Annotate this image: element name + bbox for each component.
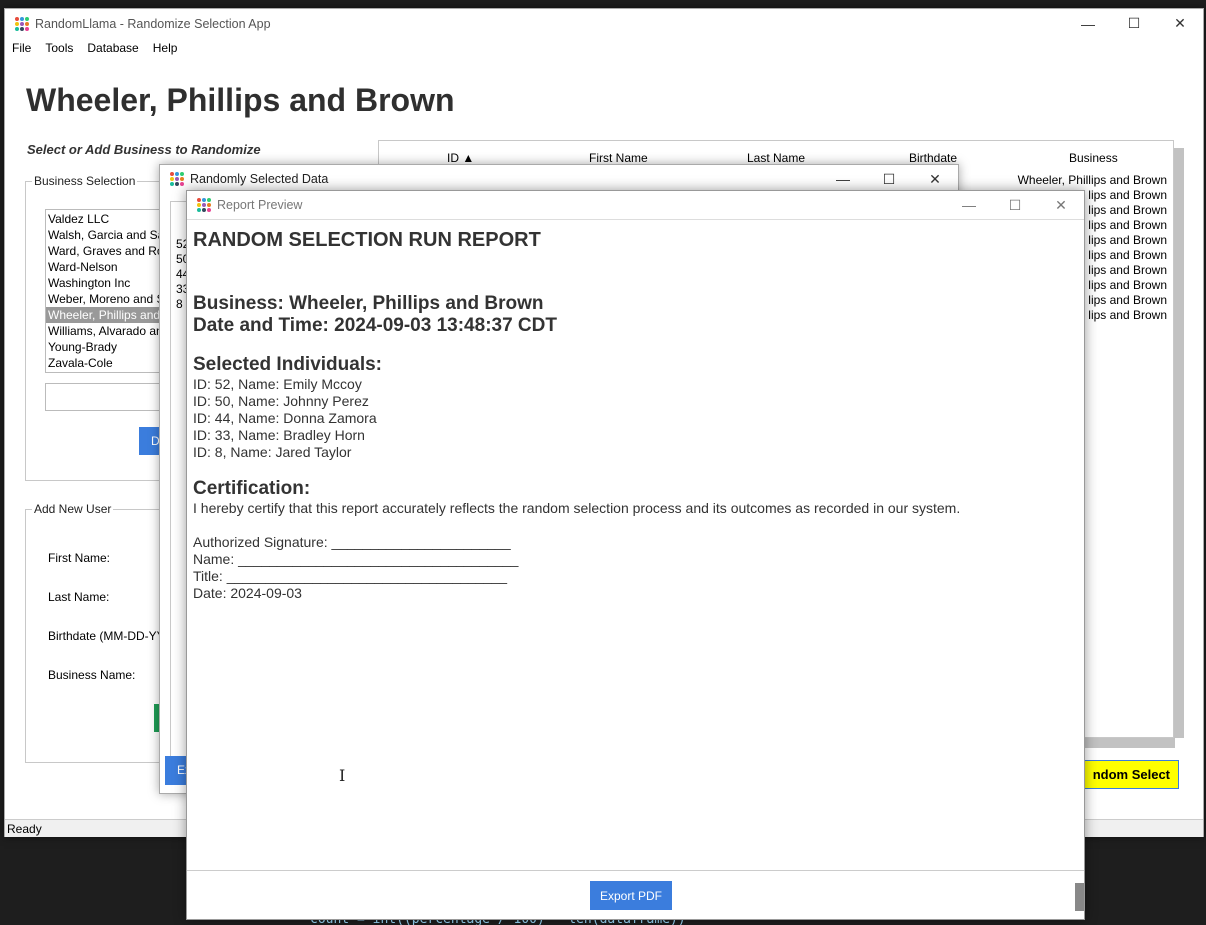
list-item[interactable]: Ward, Graves and Roc: [46, 243, 174, 259]
selected-titlebar[interactable]: Randomly Selected Data — ☐ ✕: [160, 165, 958, 193]
list-item[interactable]: Valdez LLC: [46, 211, 174, 227]
table-cell-business: Wheeler, Phillips and Brown: [1017, 173, 1167, 187]
name-line: Name: __________________________________…: [193, 551, 519, 567]
table-cell-business: lips and Brown: [1088, 293, 1167, 307]
minimize-icon[interactable]: —: [1065, 9, 1111, 38]
app-logo-icon: [15, 16, 29, 31]
column-header-last-name[interactable]: Last Name: [747, 151, 805, 165]
table-cell-business: lips and Brown: [1088, 203, 1167, 217]
certification-text: I hereby certify that this report accura…: [193, 500, 961, 516]
report-preview-window: Report Preview — ☐ ✕ RANDOM SELECTION RU…: [186, 190, 1085, 920]
individual-entry: ID: 52, Name: Emily Mccoy: [193, 376, 362, 392]
table-cell-business: lips and Brown: [1088, 188, 1167, 202]
list-item[interactable]: Young-Brady: [46, 339, 174, 355]
table-horizontal-scrollbar[interactable]: [1085, 738, 1175, 748]
list-item[interactable]: Ward-Nelson: [46, 259, 174, 275]
list-item[interactable]: Weber, Moreno and S: [46, 291, 174, 307]
business-selection-label: Business Selection: [32, 174, 138, 188]
report-business: Business: Wheeler, Phillips and Brown: [193, 293, 544, 314]
table-cell-business: lips and Brown: [1088, 263, 1167, 277]
report-scrollbar[interactable]: [1075, 883, 1084, 911]
individual-entry: ID: 8, Name: Jared Taylor: [193, 444, 352, 460]
date-line: Date: 2024-09-03: [193, 585, 302, 601]
business-name-label: Business Name:: [48, 668, 136, 682]
selected-window-title: Randomly Selected Data: [190, 172, 329, 186]
main-titlebar[interactable]: RandomLlama - Randomize Selection App — …: [5, 9, 1203, 38]
menu-database[interactable]: Database: [87, 41, 138, 55]
menu-file[interactable]: File: [12, 41, 31, 55]
individual-entry: ID: 44, Name: Donna Zamora: [193, 410, 377, 426]
main-window-title: RandomLlama - Randomize Selection App: [35, 16, 271, 31]
table-cell-business: lips and Brown: [1088, 248, 1167, 262]
menu-tools[interactable]: Tools: [45, 41, 73, 55]
section-subheading: Select or Add Business to Randomize: [27, 142, 261, 157]
business-list[interactable]: Valdez LLC Walsh, Garcia and Sav Ward, G…: [45, 209, 175, 373]
column-header-first-name[interactable]: First Name: [589, 151, 648, 165]
birthdate-label: Birthdate (MM-DD-YY: [48, 629, 165, 643]
maximize-icon[interactable]: ☐: [1111, 9, 1157, 38]
menu-help[interactable]: Help: [153, 41, 178, 55]
column-header-birthdate[interactable]: Birthdate: [909, 151, 957, 165]
signature-line: Authorized Signature: __________________…: [193, 534, 511, 550]
table-cell-business: lips and Brown: [1088, 278, 1167, 292]
page-title: Wheeler, Phillips and Brown: [26, 82, 455, 118]
certification-heading: Certification:: [193, 478, 311, 499]
individual-entry: ID: 50, Name: Johnny Perez: [193, 393, 369, 409]
menubar: File Tools Database Help: [5, 38, 1203, 58]
table-cell-business: lips and Brown: [1088, 218, 1167, 232]
table-cell-business: lips and Brown: [1088, 233, 1167, 247]
business-name-input[interactable]: [45, 383, 175, 411]
individual-entry: ID: 33, Name: Bradley Horn: [193, 427, 365, 443]
report-window-title: Report Preview: [217, 198, 303, 212]
report-title: RANDOM SELECTION RUN REPORT: [193, 229, 541, 251]
minimize-icon[interactable]: —: [946, 191, 992, 220]
column-header-business[interactable]: Business: [1069, 151, 1118, 165]
column-header-id[interactable]: ID ▲: [447, 151, 474, 165]
app-logo-icon: [170, 172, 184, 186]
report-footer: Export PDF: [187, 870, 1084, 920]
report-content: RANDOM SELECTION RUN REPORT Business: Wh…: [187, 221, 1084, 869]
table-cell-business: lips and Brown: [1088, 308, 1167, 322]
report-datetime: Date and Time: 2024-09-03 13:48:37 CDT: [193, 315, 557, 336]
add-user-label: Add New User: [32, 502, 114, 516]
list-item[interactable]: Washington Inc: [46, 275, 174, 291]
selected-individuals-heading: Selected Individuals:: [193, 354, 382, 375]
report-titlebar[interactable]: Report Preview — ☐ ✕: [187, 191, 1084, 220]
table-vertical-scrollbar[interactable]: [1174, 148, 1184, 738]
export-pdf-button[interactable]: Export PDF: [590, 881, 672, 910]
close-icon[interactable]: ✕: [1038, 191, 1084, 220]
last-name-label: Last Name:: [48, 590, 110, 604]
list-item[interactable]: Walsh, Garcia and Sav: [46, 227, 174, 243]
text-cursor-icon: I: [339, 766, 346, 785]
random-select-button[interactable]: ndom Select: [1079, 760, 1179, 789]
maximize-icon[interactable]: ☐: [992, 191, 1038, 220]
app-logo-icon: [197, 198, 211, 212]
list-item-selected[interactable]: Wheeler, Phillips and: [46, 307, 174, 323]
first-name-label: First Name:: [48, 551, 111, 565]
list-item[interactable]: Zavala-Cole: [46, 355, 174, 371]
title-line: Title: _________________________________…: [193, 568, 508, 584]
close-icon[interactable]: ✕: [1157, 9, 1203, 38]
list-item[interactable]: Williams, Alvarado an: [46, 323, 174, 339]
